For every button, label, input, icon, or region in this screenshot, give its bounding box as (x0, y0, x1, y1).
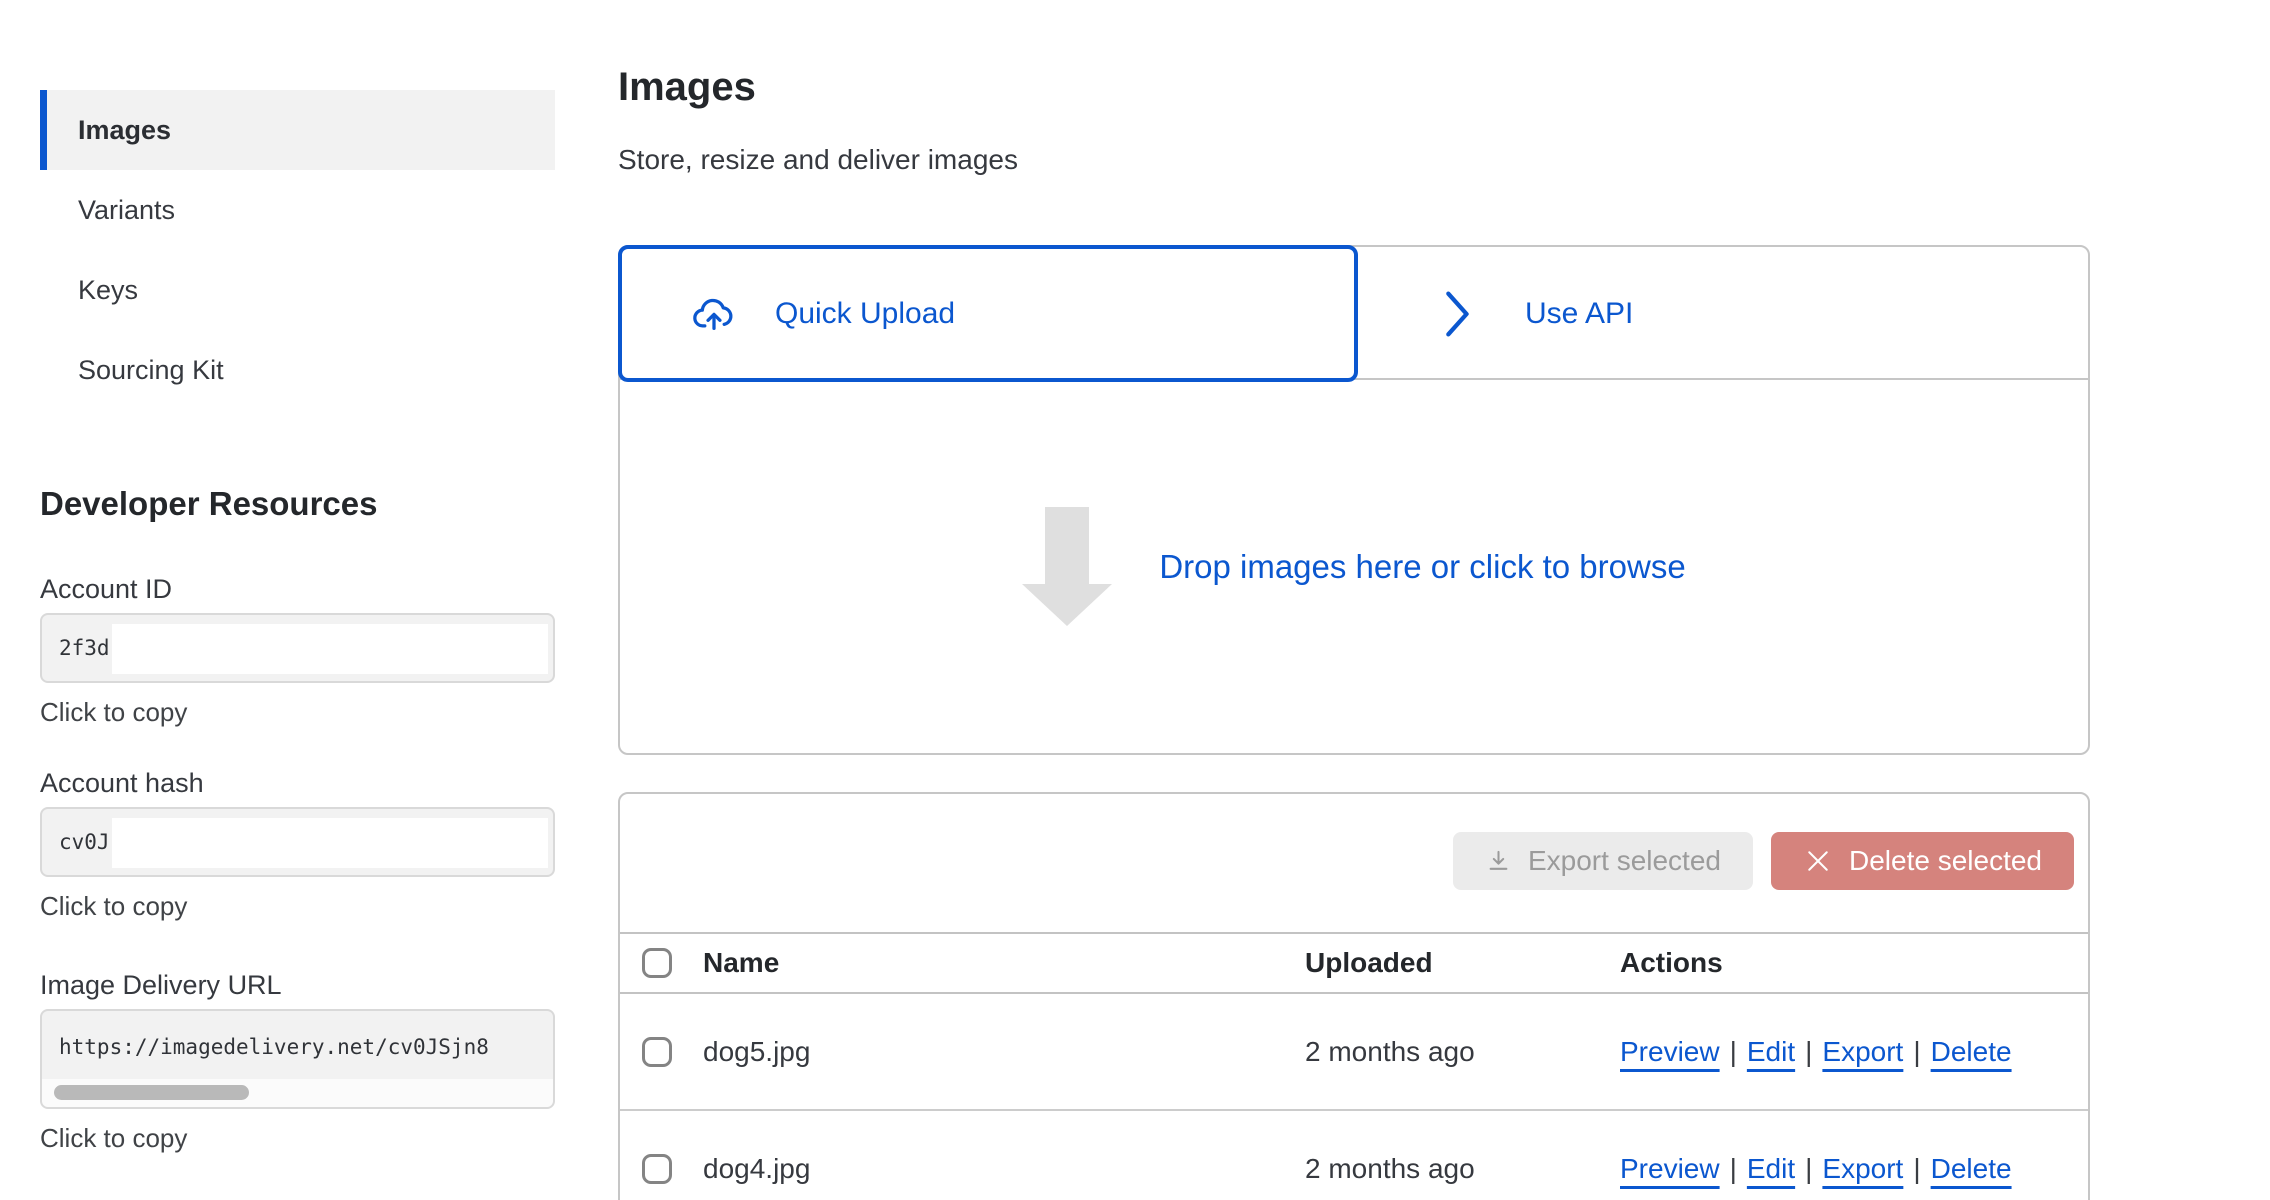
sidebar-item-label: Sourcing Kit (78, 355, 224, 386)
column-header-actions: Actions (1620, 947, 2088, 979)
row-checkbox[interactable] (642, 1154, 672, 1184)
page-title: Images (618, 0, 2090, 109)
developer-resources-heading: Developer Resources (40, 484, 555, 524)
select-all-checkbox[interactable] (642, 948, 672, 978)
column-header-name: Name (703, 947, 1305, 979)
edit-link[interactable]: Edit (1747, 1153, 1795, 1184)
horizontal-scrollbar-track (42, 1079, 553, 1107)
sidebar-item-label: Keys (78, 275, 138, 306)
sidebar-item-variants[interactable]: Variants (40, 170, 555, 250)
upload-tab-bar: Quick Upload Use API (620, 247, 2088, 380)
chevron-right-icon (1443, 288, 1473, 340)
redacted-value-overlay (112, 818, 548, 868)
preview-link[interactable]: Preview (1620, 1036, 1720, 1067)
x-icon (1803, 846, 1833, 876)
sidebar-item-keys[interactable]: Keys (40, 250, 555, 330)
sidebar-nav: Images Variants Keys Sourcing Kit (40, 0, 555, 410)
column-header-uploaded: Uploaded (1305, 947, 1620, 979)
link-separator: | (1913, 1153, 1920, 1184)
account-id-field[interactable]: 2f3d (40, 613, 555, 683)
account-hash-value: cv0J (59, 830, 110, 854)
delete-link[interactable]: Delete (1931, 1036, 2012, 1067)
table-row: dog4.jpg 2 months ago Preview | Edit | Expor… (620, 1111, 2088, 1200)
link-separator: | (1913, 1036, 1920, 1067)
download-icon (1485, 848, 1512, 875)
sidebar: Images Variants Keys Sourcing Kit Develo… (40, 0, 555, 1153)
button-label: Delete selected (1849, 845, 2042, 877)
uploaded-time: 2 months ago (1305, 1153, 1620, 1185)
export-selected-button[interactable]: Export selected (1453, 832, 1753, 890)
image-name: dog5.jpg (703, 1036, 1305, 1068)
image-name: dog4.jpg (703, 1153, 1305, 1185)
link-separator: | (1805, 1153, 1812, 1184)
click-to-copy-hint: Click to copy (40, 891, 555, 921)
upload-card: Quick Upload Use API Drop images here or… (618, 245, 2090, 755)
image-delivery-url-field[interactable]: https://imagedelivery.net/cv0JSjn8 (40, 1009, 555, 1109)
link-separator: | (1805, 1036, 1812, 1067)
page-subtitle: Store, resize and deliver images (618, 143, 2090, 177)
account-id-label: Account ID (40, 573, 555, 605)
bulk-actions-row: Export selected Delete selected (620, 794, 2088, 890)
account-id-value: 2f3d (59, 636, 110, 660)
sidebar-item-label: Images (78, 115, 171, 146)
tab-label: Use API (1525, 297, 1633, 331)
tab-use-api[interactable]: Use API (1358, 247, 2088, 380)
redacted-value-overlay (112, 624, 548, 674)
link-separator: | (1730, 1036, 1737, 1067)
main-content: Images Store, resize and deliver images … (618, 0, 2090, 1200)
edit-link[interactable]: Edit (1747, 1036, 1795, 1067)
cloud-upload-icon (685, 291, 743, 337)
sidebar-item-sourcing-kit[interactable]: Sourcing Kit (40, 330, 555, 410)
image-delivery-url-value: https://imagedelivery.net/cv0JSjn8 (42, 1011, 553, 1083)
image-delivery-url-label: Image Delivery URL (40, 969, 555, 1001)
table-row: dog5.jpg 2 months ago Preview | Edit | Expor… (620, 994, 2088, 1111)
arrow-down-icon (1022, 507, 1112, 626)
row-actions: Preview | Edit | Export | Delete (1620, 1153, 2088, 1185)
account-hash-field[interactable]: cv0J (40, 807, 555, 877)
sidebar-item-images[interactable]: Images (40, 90, 555, 170)
images-table: Name Uploaded Actions dog5.jpg 2 months … (620, 932, 2088, 1200)
row-actions: Preview | Edit | Export | Delete (1620, 1036, 2088, 1068)
click-to-copy-hint: Click to copy (40, 697, 555, 727)
delete-selected-button[interactable]: Delete selected (1771, 832, 2074, 890)
button-label: Export selected (1528, 845, 1721, 877)
tab-quick-upload[interactable]: Quick Upload (618, 245, 1358, 382)
export-link[interactable]: Export (1822, 1036, 1903, 1067)
image-dropzone[interactable]: Drop images here or click to browse (620, 380, 2088, 753)
account-hash-label: Account hash (40, 767, 555, 799)
image-library-card: Export selected Delete selected Name Upl… (618, 792, 2090, 1200)
tab-label: Quick Upload (775, 297, 955, 331)
uploaded-time: 2 months ago (1305, 1036, 1620, 1068)
horizontal-scrollbar-thumb[interactable] (54, 1085, 249, 1100)
sidebar-item-label: Variants (78, 195, 175, 226)
preview-link[interactable]: Preview (1620, 1153, 1720, 1184)
table-header-row: Name Uploaded Actions (620, 932, 2088, 994)
delete-link[interactable]: Delete (1931, 1153, 2012, 1184)
link-separator: | (1730, 1153, 1737, 1184)
click-to-copy-hint: Click to copy (40, 1123, 555, 1153)
dropzone-text: Drop images here or click to browse (1159, 548, 1685, 586)
row-checkbox[interactable] (642, 1037, 672, 1067)
export-link[interactable]: Export (1822, 1153, 1903, 1184)
